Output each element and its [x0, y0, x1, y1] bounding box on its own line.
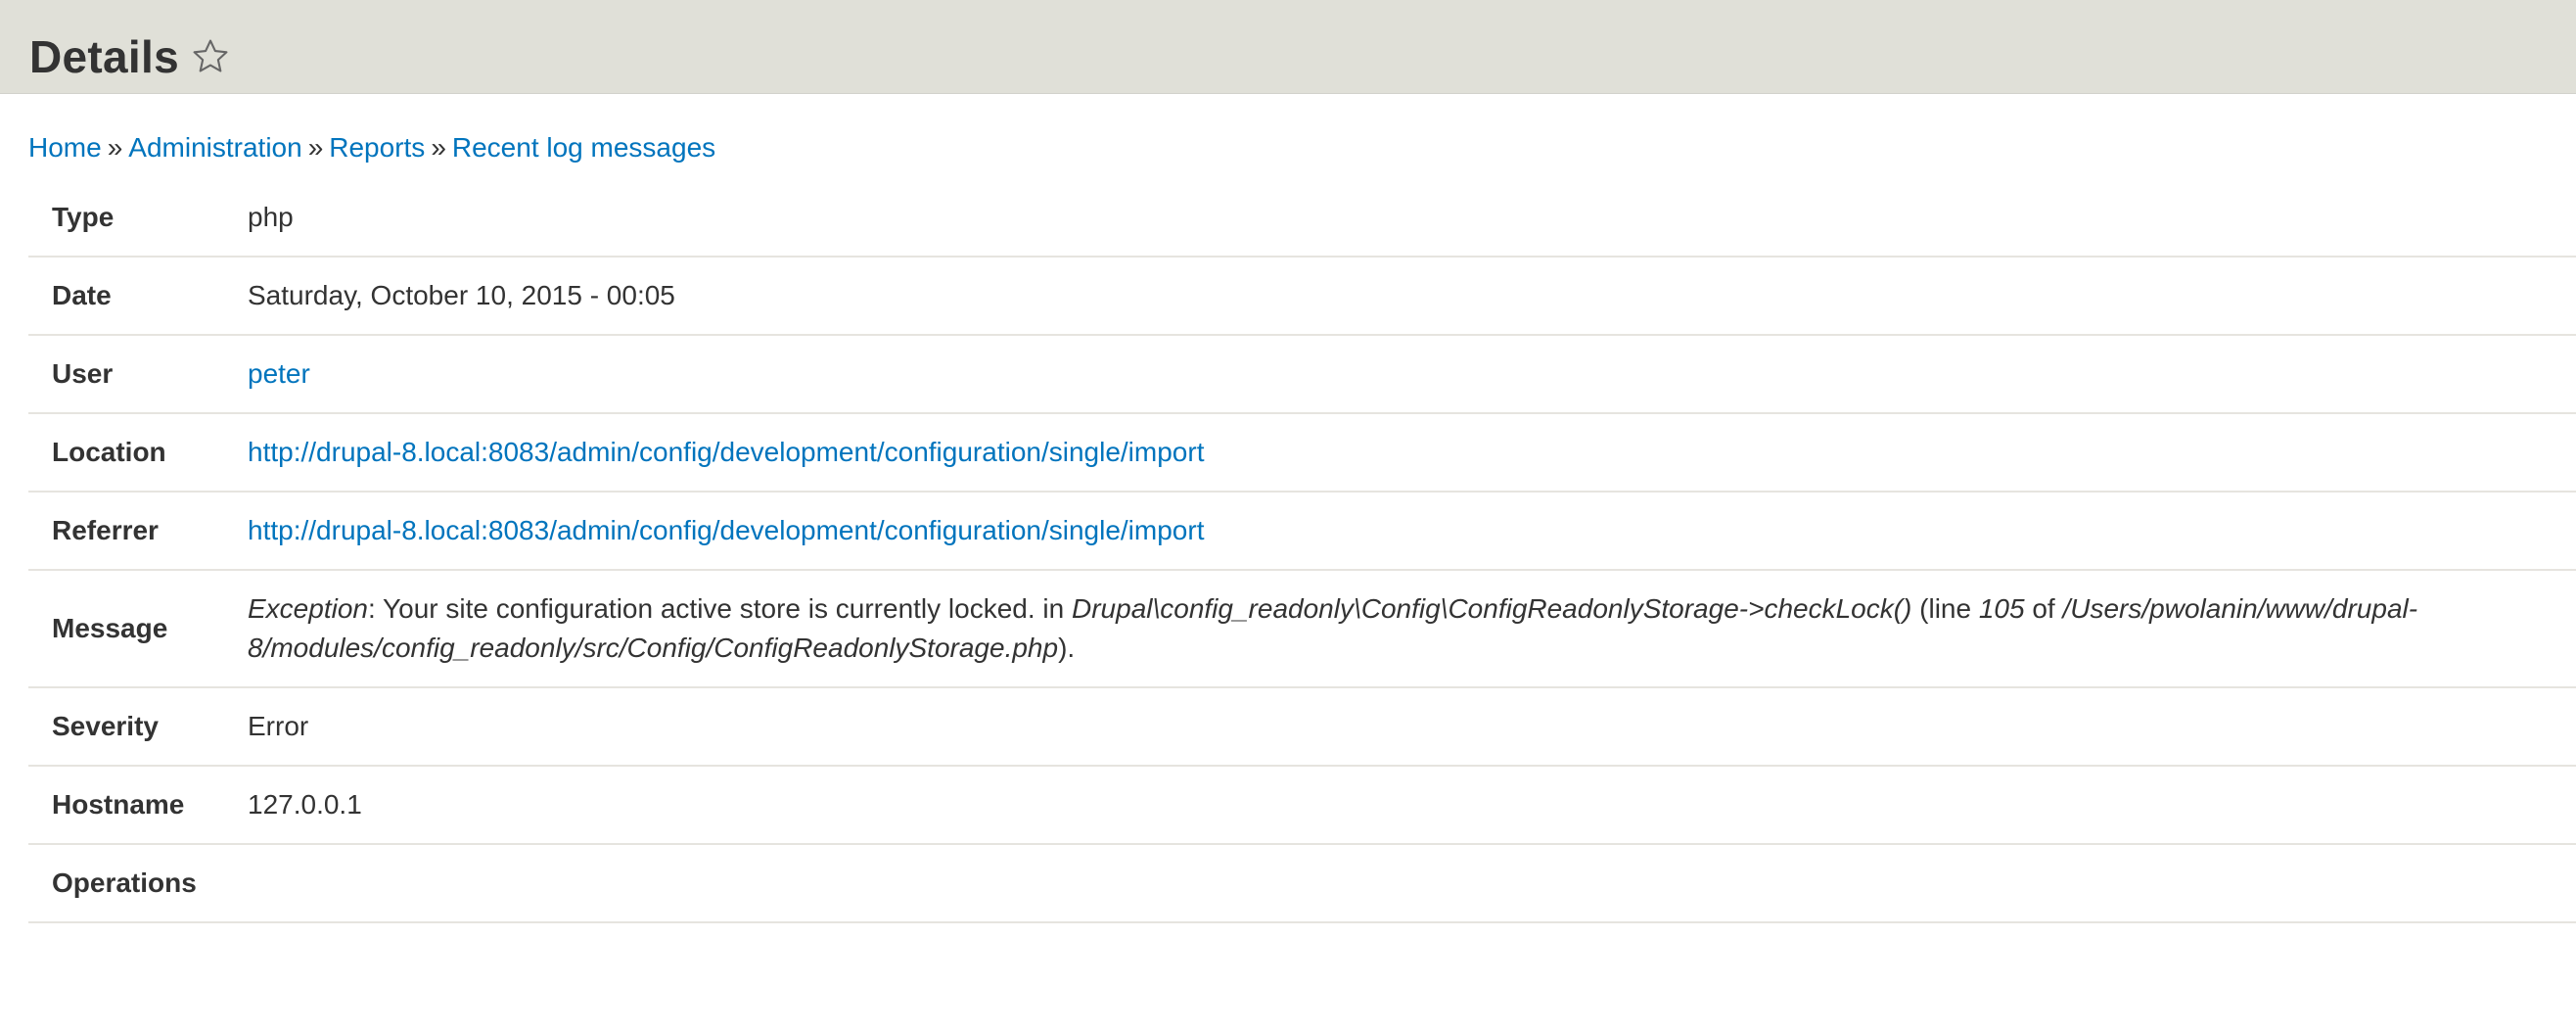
message-function: Drupal\config_readonly\Config\ConfigRead… — [1072, 593, 1912, 624]
message-text: ). — [1058, 633, 1076, 663]
breadcrumb-recent-log-messages-link[interactable]: Recent log messages — [452, 132, 715, 163]
location-cell: http://drupal-8.local:8083/admin/config/… — [248, 413, 2576, 492]
breadcrumb-reports-link[interactable]: Reports — [329, 132, 425, 163]
breadcrumb-separator: » — [307, 132, 324, 163]
severity-label: Severity — [52, 711, 159, 741]
page-title: Details — [29, 31, 179, 82]
referrer-link[interactable]: http://drupal-8.local:8083/admin/config/… — [248, 515, 1204, 545]
message-text: : Your site configuration active store i… — [367, 593, 1072, 624]
operations-value — [248, 844, 2576, 922]
message-text: (line — [1911, 593, 1979, 624]
details-row-hostname: Hostname 127.0.0.1 — [28, 766, 2576, 844]
details-row-operations: Operations — [28, 844, 2576, 922]
operations-label: Operations — [52, 868, 197, 898]
details-row-referrer: Referrer http://drupal-8.local:8083/admi… — [28, 492, 2576, 570]
message-text: of — [2024, 593, 2063, 624]
user-cell: peter — [248, 335, 2576, 413]
severity-value: Error — [248, 711, 309, 741]
location-link[interactable]: http://drupal-8.local:8083/admin/config/… — [248, 437, 1204, 467]
message-exception: Exception — [248, 593, 368, 624]
hostname-label: Hostname — [52, 789, 185, 820]
star-icon[interactable] — [190, 36, 231, 77]
details-row-date: Date Saturday, October 10, 2015 - 00:05 — [28, 257, 2576, 335]
referrer-cell: http://drupal-8.local:8083/admin/config/… — [248, 492, 2576, 570]
message-line-number: 105 — [1978, 593, 2025, 624]
breadcrumb-separator: » — [431, 132, 446, 163]
message-label: Message — [52, 613, 168, 643]
details-row-location: Location http://drupal-8.local:8083/admi… — [28, 413, 2576, 492]
page-header: Details — [0, 0, 2576, 94]
message-value: Exception: Your site configuration activ… — [248, 570, 2576, 687]
details-row-user: User peter — [28, 335, 2576, 413]
referrer-label: Referrer — [52, 515, 159, 545]
breadcrumb-home-link[interactable]: Home — [28, 132, 102, 163]
breadcrumb-administration-link[interactable]: Administration — [128, 132, 301, 163]
user-label: User — [52, 358, 114, 389]
hostname-value: 127.0.0.1 — [248, 789, 362, 820]
user-link[interactable]: peter — [248, 358, 310, 389]
breadcrumb-separator: » — [107, 132, 123, 163]
log-details-table: Type php Date Saturday, October 10, 2015… — [28, 178, 2576, 923]
type-value: php — [248, 201, 294, 232]
details-row-severity: Severity Error — [28, 687, 2576, 766]
breadcrumb: Home» Administration» Reports» Recent log m… — [28, 131, 715, 164]
date-label: Date — [52, 280, 112, 310]
type-label: Type — [52, 201, 115, 232]
location-label: Location — [52, 437, 166, 467]
details-row-message: Message Exception: Your site configurati… — [28, 570, 2576, 687]
date-value: Saturday, October 10, 2015 - 00:05 — [248, 280, 675, 310]
details-row-type: Type php — [28, 178, 2576, 257]
